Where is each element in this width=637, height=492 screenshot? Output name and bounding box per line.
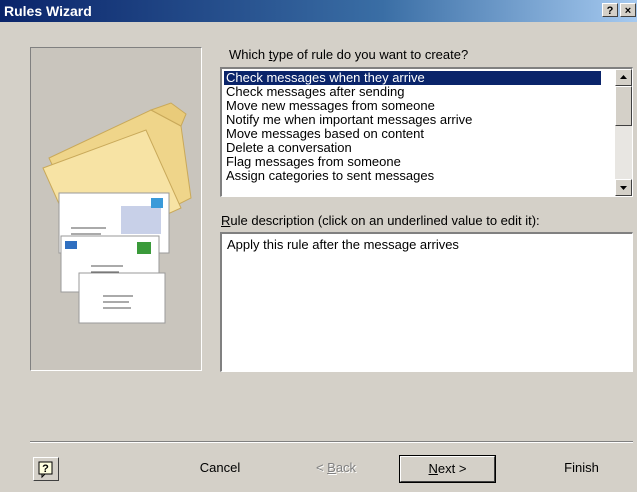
rule-description-label-accel: R xyxy=(221,213,231,228)
next-button[interactable]: Next > xyxy=(399,455,496,483)
rule-description-label: Rule description (click on an underlined… xyxy=(221,213,540,228)
rule-type-item[interactable]: Assign categories to sent messages xyxy=(224,169,434,183)
rule-type-item[interactable]: Delete a conversation xyxy=(224,141,352,155)
rule-type-item[interactable]: Notify me when important messages arrive xyxy=(224,113,472,127)
scroll-down-button[interactable] xyxy=(615,179,632,196)
rule-type-item[interactable]: Check messages after sending xyxy=(224,85,404,99)
help-icon: ? xyxy=(38,461,53,479)
title-bar: Rules Wizard ? × xyxy=(0,0,637,22)
rule-type-item[interactable]: Flag messages from someone xyxy=(224,155,401,169)
title-help-button[interactable]: ? xyxy=(602,3,618,17)
rule-type-label: Which type of rule do you want to create… xyxy=(229,47,468,62)
rule-type-listbox[interactable]: Check messages when they arrive Check me… xyxy=(220,67,633,197)
help-button[interactable]: ? xyxy=(33,457,59,481)
scroll-up-button[interactable] xyxy=(615,69,632,86)
svg-text:?: ? xyxy=(42,463,49,475)
window-title: Rules Wizard xyxy=(4,3,92,19)
rule-type-label-pre: Which xyxy=(229,47,269,62)
scroll-down-arrow-icon xyxy=(620,186,627,190)
scroll-thumb[interactable] xyxy=(615,86,632,126)
next-button-rest: ext > xyxy=(437,461,467,476)
back-button-pre: < xyxy=(315,460,328,475)
cancel-button[interactable]: Cancel xyxy=(180,456,260,482)
footer-divider xyxy=(30,441,633,443)
rule-type-item[interactable]: Move messages based on content xyxy=(224,127,424,141)
rule-type-item[interactable]: Check messages when they arrive xyxy=(223,70,602,86)
folder-envelopes-illustration-icon xyxy=(42,102,192,324)
rule-type-scrollbar[interactable] xyxy=(615,69,632,196)
back-button-accel: B xyxy=(327,460,336,475)
back-button-rest: ack xyxy=(335,460,357,475)
scroll-up-arrow-icon xyxy=(620,75,627,79)
rule-description-text: Apply this rule after the message arrive… xyxy=(227,237,459,252)
back-button[interactable]: < Back xyxy=(290,456,382,482)
finish-button[interactable]: Finish xyxy=(530,456,633,482)
rule-type-item[interactable]: Move new messages from someone xyxy=(224,99,435,113)
rule-description-box[interactable]: Apply this rule after the message arrive… xyxy=(220,232,633,372)
rule-description-label-rest: ule description (click on an underlined … xyxy=(230,213,540,228)
title-close-button[interactable]: × xyxy=(620,3,636,17)
next-button-accel: N xyxy=(428,461,438,476)
rule-type-label-post: ype of rule do you want to create? xyxy=(272,47,469,62)
wizard-illustration xyxy=(30,47,202,371)
